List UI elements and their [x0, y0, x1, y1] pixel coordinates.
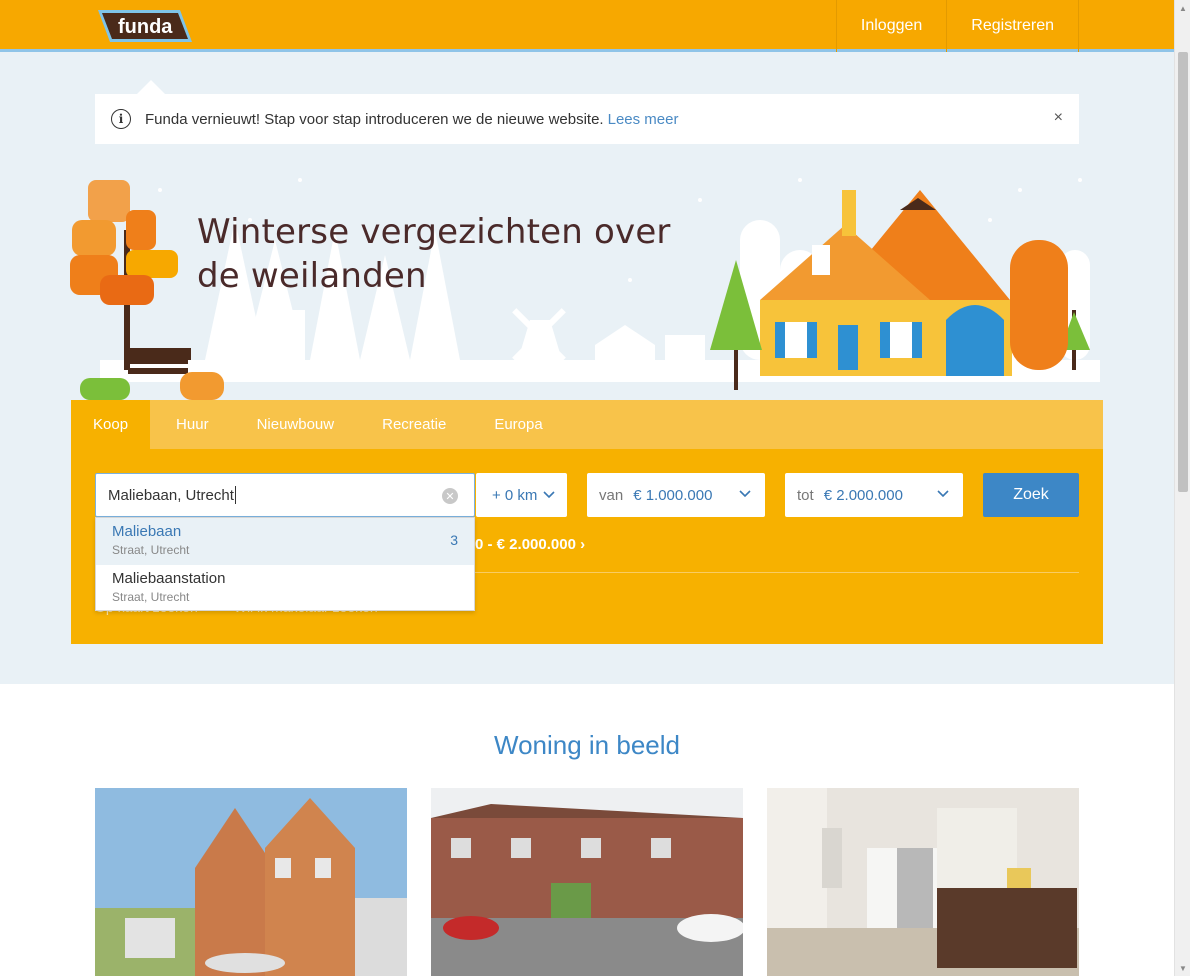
scroll-up-arrow-icon[interactable]: ▲ [1175, 0, 1190, 16]
price-to-label: tot [797, 486, 814, 504]
login-button[interactable]: Inloggen [835, 0, 946, 52]
hero-title: Winterse vergezichten over de weilanden [197, 212, 671, 296]
read-more-link[interactable]: Lees meer [608, 111, 679, 128]
autocomplete-item[interactable]: Maliebaanstation Straat, Utrecht [96, 565, 474, 612]
notice-text: Funda vernieuwt! Stap voor stap introduc… [145, 110, 604, 128]
text-caret [234, 486, 236, 504]
close-icon[interactable]: × [1054, 109, 1063, 127]
autocomplete-dropdown: Maliebaan Straat, Utrecht 3 Maliebaansta… [95, 517, 475, 611]
tab-europa[interactable]: Europa [472, 400, 564, 449]
search-summary-text: 0 - € 2.000.000 [475, 536, 576, 553]
chevron-down-icon [739, 487, 751, 501]
tab-nieuwbouw[interactable]: Nieuwbouw [235, 400, 357, 449]
autocomplete-item-type: Straat, Utrecht [112, 543, 190, 557]
info-icon: i [111, 109, 131, 129]
chevron-right-icon: › [580, 536, 586, 553]
scroll-down-arrow-icon[interactable]: ▼ [1175, 960, 1190, 976]
search-tabs: Koop Huur Nieuwbouw Recreatie Europa [71, 400, 1103, 449]
price-from-label: van [599, 486, 624, 504]
price-from-select[interactable]: van € 1.000.000 [587, 473, 765, 517]
price-to-select[interactable]: tot € 2.000.000 [785, 473, 963, 517]
search-summary[interactable]: 0 - € 2.000.000 › [475, 536, 585, 553]
scrollbar-thumb[interactable] [1178, 52, 1188, 492]
autocomplete-item-name: Maliebaan [112, 523, 182, 540]
vertical-scrollbar[interactable]: ▲ ▼ [1174, 0, 1190, 976]
tab-koop[interactable]: Koop [71, 400, 151, 449]
chevron-down-icon [937, 487, 949, 501]
location-search-input[interactable]: Maliebaan, Utrecht ✕ [95, 473, 475, 517]
tab-huur[interactable]: Huur [154, 400, 231, 449]
notice-banner: i Funda vernieuwt! Stap voor stap introd… [95, 94, 1079, 144]
property-photo[interactable] [431, 788, 743, 976]
price-from-value: € 1.000.000 [633, 486, 713, 504]
autocomplete-item-count: 3 [450, 532, 458, 548]
tab-recreatie[interactable]: Recreatie [360, 400, 468, 449]
funda-logo[interactable]: funda [96, 8, 194, 44]
property-photo[interactable] [95, 788, 407, 976]
search-button[interactable]: Zoek [983, 473, 1079, 517]
radius-value: + 0 km [492, 486, 538, 504]
autocomplete-item-name: Maliebaanstation [112, 570, 226, 587]
autocomplete-item-type: Straat, Utrecht [112, 590, 190, 604]
clear-icon[interactable]: ✕ [442, 488, 458, 504]
radius-select[interactable]: + 0 km [476, 473, 567, 517]
chevron-down-icon [543, 488, 556, 502]
autocomplete-item[interactable]: Maliebaan Straat, Utrecht 3 [96, 518, 474, 565]
register-button[interactable]: Registreren [946, 0, 1079, 52]
price-to-value: € 2.000.000 [823, 486, 903, 504]
section-title: Woning in beeld [494, 730, 680, 760]
location-value: Maliebaan, Utrecht [108, 486, 234, 504]
top-header: funda Inloggen Registreren [0, 0, 1174, 52]
notice-caret [137, 80, 165, 94]
logo-text: funda [118, 16, 173, 38]
property-photo[interactable] [767, 788, 1079, 976]
